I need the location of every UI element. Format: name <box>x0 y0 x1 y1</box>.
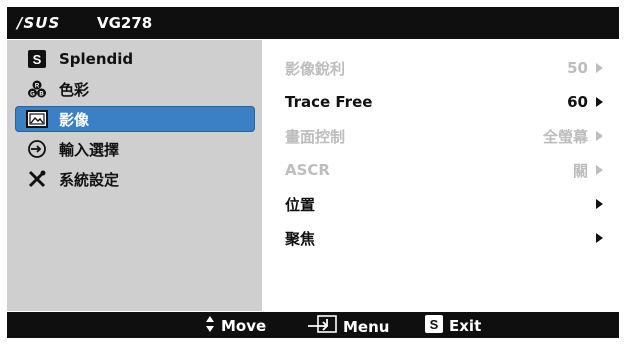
menu-body: S Splendid R G B 色彩 影像 輸入選擇 系統設定 影像銳利 50… <box>7 40 619 311</box>
menu-item-color[interactable]: R G B 色彩 <box>15 76 255 102</box>
tools-icon <box>25 169 49 189</box>
bottom-hint-bar: Move Menu S Exit <box>7 312 619 338</box>
hint-menu-label: Menu <box>343 318 390 336</box>
chevron-right-icon <box>596 165 603 175</box>
updown-arrow-icon <box>205 315 215 337</box>
brand-logo: /SUS <box>17 14 61 32</box>
main-menu: S Splendid R G B 色彩 影像 輸入選擇 系統設定 <box>7 40 262 311</box>
svg-text:R: R <box>35 84 40 90</box>
menu-item-label: 影像 <box>59 110 90 129</box>
submenu-label: Trace Free <box>285 93 373 111</box>
model-name: VG278 <box>97 14 153 32</box>
hint-menu: Menu <box>307 315 389 339</box>
splendid-s-icon: S <box>25 49 49 69</box>
chevron-right-icon <box>596 131 603 141</box>
chevron-right-icon <box>596 233 603 243</box>
chevron-right-icon <box>596 199 603 209</box>
submenu-value: 60 <box>567 93 588 111</box>
s-key-letter: S <box>430 317 439 332</box>
chevron-right-icon <box>596 97 603 107</box>
color-dots-icon: R G B <box>25 79 49 99</box>
submenu-trace-free[interactable]: Trace Free 60 <box>285 89 603 115</box>
menu-item-system-setup[interactable]: 系統設定 <box>15 166 255 192</box>
submenu-value: 關 <box>572 161 588 180</box>
hint-move: Move <box>205 315 266 337</box>
svg-text:S: S <box>33 52 42 67</box>
submenu-label: 影像銳利 <box>285 59 346 78</box>
enter-key-icon <box>307 315 337 339</box>
submenu-ascr[interactable]: ASCR 關 <box>285 157 603 183</box>
menu-item-image[interactable]: 影像 <box>15 106 255 132</box>
hint-exit-label: Exit <box>449 317 482 335</box>
submenu-value: 全螢幕 <box>542 127 588 146</box>
image-icon <box>25 109 49 129</box>
submenu-focus[interactable]: 聚焦 <box>285 225 603 251</box>
osd-window: /SUS VG278 S Splendid R G B 色彩 影像 輸入選擇 系… <box>7 7 619 338</box>
chevron-right-icon <box>596 63 603 73</box>
submenu-label: 畫面控制 <box>285 127 346 146</box>
menu-item-label: 色彩 <box>59 80 90 99</box>
submenu-aspect-control[interactable]: 畫面控制 全螢幕 <box>285 123 603 149</box>
submenu-position[interactable]: 位置 <box>285 191 603 217</box>
menu-item-splendid[interactable]: S Splendid <box>15 46 255 72</box>
submenu-label: 位置 <box>285 195 316 214</box>
hint-move-label: Move <box>221 317 267 335</box>
submenu-label: 聚焦 <box>285 229 316 248</box>
menu-item-label: Splendid <box>59 50 134 68</box>
submenu-sharpness[interactable]: 影像銳利 50 <box>285 55 603 81</box>
svg-text:G: G <box>30 92 35 98</box>
input-select-icon <box>25 139 49 159</box>
menu-item-label: 輸入選擇 <box>59 140 120 159</box>
svg-text:B: B <box>39 92 44 98</box>
menu-item-input-select[interactable]: 輸入選擇 <box>15 136 255 162</box>
submenu-label: ASCR <box>285 161 330 179</box>
sub-menu: 影像銳利 50 Trace Free 60 畫面控制 全螢幕 ASCR 關 位置 <box>263 40 619 311</box>
submenu-value: 50 <box>567 59 588 77</box>
hint-exit: S Exit <box>425 315 481 337</box>
s-key-icon: S <box>425 315 443 337</box>
menu-item-label: 系統設定 <box>59 170 120 189</box>
title-bar: /SUS VG278 <box>7 7 619 39</box>
